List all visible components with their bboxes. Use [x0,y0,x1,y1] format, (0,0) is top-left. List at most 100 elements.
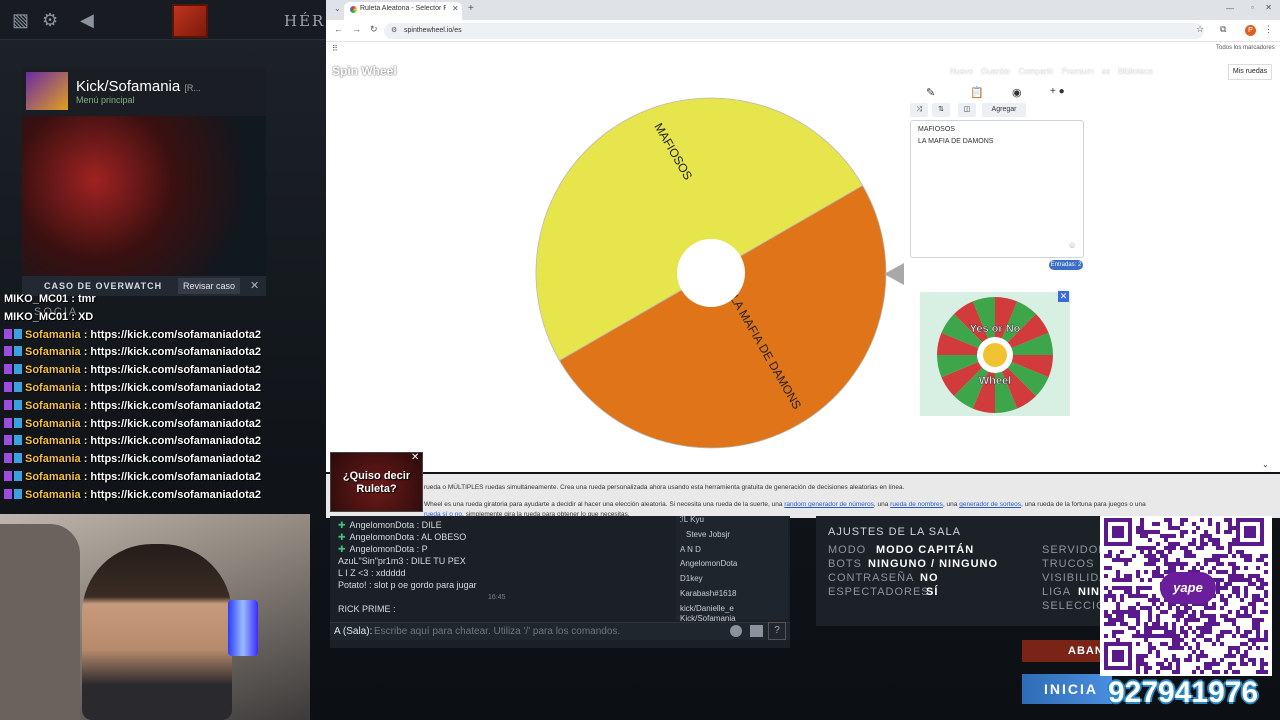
tab-title[interactable]: Ruleta Aleatoria - Selector Pers [360,5,446,12]
setting-value[interactable]: MODO CAPITÁN [876,544,974,556]
suggestion-text[interactable]: ¿Quiso decir Ruleta? [334,470,419,496]
chat-message: : https://kick.com/sofamaniadota2 [83,488,261,501]
emoticon-icon[interactable] [730,625,742,637]
ad-close-button[interactable]: ✕ [1058,291,1069,302]
popup-close-icon[interactable]: ✕ [411,452,419,463]
maximize-icon[interactable]: ▫ [1251,3,1254,12]
back-icon[interactable]: ← [334,24,343,34]
start-game-button[interactable]: INICIA [1022,674,1112,704]
chat-username[interactable]: Sofamania [25,489,81,501]
add-button[interactable]: Agregar [982,103,1026,117]
entry-1[interactable]: MAFIOSOS [918,126,955,133]
badge-icon [4,399,12,410]
nav-item-es[interactable]: es [1102,67,1110,76]
dota-logo-icon[interactable] [172,4,208,38]
lobby-chat-user[interactable]: AngelomonDota [350,544,415,554]
chat-message: : https://kick.com/sofamaniadota2 [83,399,261,412]
lobby-chat-user[interactable]: RICK PRIME [338,604,391,614]
add-color-icon[interactable]: + ● [1050,86,1065,97]
reload-icon[interactable]: ↻ [370,24,378,35]
chat-help-button[interactable]: ? [768,622,786,640]
lobby-chat-user[interactable]: L I Z <3 [338,568,368,578]
nav-item-biblioteca[interactable]: Biblioteca [1118,67,1153,76]
emoji-icon[interactable]: ☺ [1068,241,1076,250]
shuffle-button[interactable]: ⤨ [910,103,928,117]
wheel-center[interactable] [677,239,745,307]
lobby-chat-user[interactable]: AngelomonDota [350,532,415,542]
player-name[interactable]: A N D [680,545,701,554]
forward-icon[interactable]: → [352,24,361,34]
close-icon[interactable]: ✕ [250,279,259,292]
chat-username[interactable]: Sofamania [25,435,81,447]
chat-username[interactable]: Sofamania [25,471,81,483]
image-icon[interactable]: ◫ [958,103,976,117]
dashboard-icon[interactable]: ▧ [12,10,29,31]
chat-username[interactable]: Sofamania [25,346,81,358]
chat-username[interactable]: MIKO_MC01 [4,293,68,305]
profile-icon[interactable]: P [1245,25,1256,36]
nav-item-premium[interactable]: Premium [1062,67,1094,76]
setting-value[interactable]: NINGUNO / NINGUNO [868,558,998,570]
setting-value[interactable]: NIN [1078,586,1100,598]
entry-2[interactable]: LA MAFIA DE DAMONS [918,138,993,145]
site-nav: Nuevo Guardar Compartir Premium es Biblioteca [950,67,1161,76]
player-name[interactable]: Steve Jobsjr [686,530,730,539]
sort-button[interactable]: ⇅ [932,103,950,117]
nav-item-nuevo[interactable]: Nuevo [950,67,973,76]
player-name[interactable]: Karabash#1618 [680,589,737,598]
yes-no-wheel-ad[interactable]: Yes or No Wheel [922,296,1068,414]
scroll-down-icon[interactable]: ⌄ [1262,460,1269,469]
yape-logo: yape [1160,572,1216,604]
chat-username[interactable]: Sofamania [25,418,81,430]
minimize-icon[interactable]: — [1226,4,1234,13]
spin-wheel[interactable]: MAFIOSOSLA MAFIA DE DAMONS [534,96,888,450]
link-number-generator[interactable]: random generador de números [784,501,874,508]
chat-username[interactable]: Sofamania [25,364,81,376]
extensions-icon[interactable]: ⧉ [1220,24,1226,35]
pencil-icon[interactable]: ✎ [926,86,935,99]
gear-icon[interactable]: ⚙ [42,10,58,31]
site-logo[interactable]: Spin Wheel [332,64,397,78]
badge-icon [4,453,12,464]
apps-icon[interactable]: ⠿ [332,44,338,53]
url-field[interactable] [384,23,1204,39]
bookmark-star-icon[interactable]: ☆ [1196,24,1204,35]
site-info-icon[interactable]: ⚙ [391,26,397,34]
avatar[interactable] [26,72,68,110]
abandon-button[interactable]: ABAN [1022,640,1103,662]
tab-search-icon[interactable]: ⌄ [334,4,341,13]
lobby-chat-user[interactable]: AzuL"Sin"pr1m3 [338,556,403,566]
nav-item-compartir[interactable]: Compartir [1018,67,1053,76]
player-name[interactable]: ℐL Kyu [680,515,704,524]
url-text[interactable]: spinthewheel.io/es [404,27,462,34]
window-close-icon[interactable]: ✕ [1265,3,1272,12]
nav-item-guardar[interactable]: Guardar [981,67,1010,76]
all-bookmarks[interactable]: Todos los marcadores [1216,45,1275,51]
tab-close-icon[interactable]: ✕ [452,4,459,13]
lobby-chat-text: : slot p oe gordo para jugar [369,580,477,590]
review-case-button[interactable]: Revisar caso [178,278,240,294]
player-name[interactable]: D1key [680,574,703,583]
chat-username[interactable]: MIKO_MC01 [4,311,68,323]
lobby-chat-user[interactable]: Potato! [338,580,367,590]
my-wheels-button[interactable]: Mis ruedas [1228,64,1272,80]
lobby-chat-user[interactable]: AngelomonDota [350,520,415,530]
chat-username[interactable]: Sofamania [25,453,81,465]
player-name[interactable]: kick/Danielle_e [680,604,734,613]
menu-icon[interactable]: ⋮ [1264,24,1273,35]
chat-input[interactable]: Escribe aquí para chatear. Utiliza '/' p… [374,626,620,637]
setting-value[interactable]: SÍ [926,586,938,598]
new-tab-icon[interactable]: + [468,3,474,14]
chat-username[interactable]: Sofamania [25,382,81,394]
chat-username[interactable]: Sofamania [25,329,81,341]
player-name[interactable]: AngelomonDota [680,559,737,568]
setting-value[interactable]: NO [920,572,939,584]
back-arrow-icon[interactable]: ◀ [80,10,94,31]
clipboard-icon[interactable]: 📋 [970,86,984,99]
chat-message: : https://kick.com/sofamaniadota2 [83,471,261,483]
chat-username[interactable]: Sofamania [25,400,81,412]
chat-image-icon[interactable] [750,625,763,637]
link-raffle-generator[interactable]: generador de sorteos [959,501,1021,508]
link-name-wheel[interactable]: rueda de nombres [890,501,943,508]
hide-icon[interactable]: ◉ [1012,86,1022,99]
